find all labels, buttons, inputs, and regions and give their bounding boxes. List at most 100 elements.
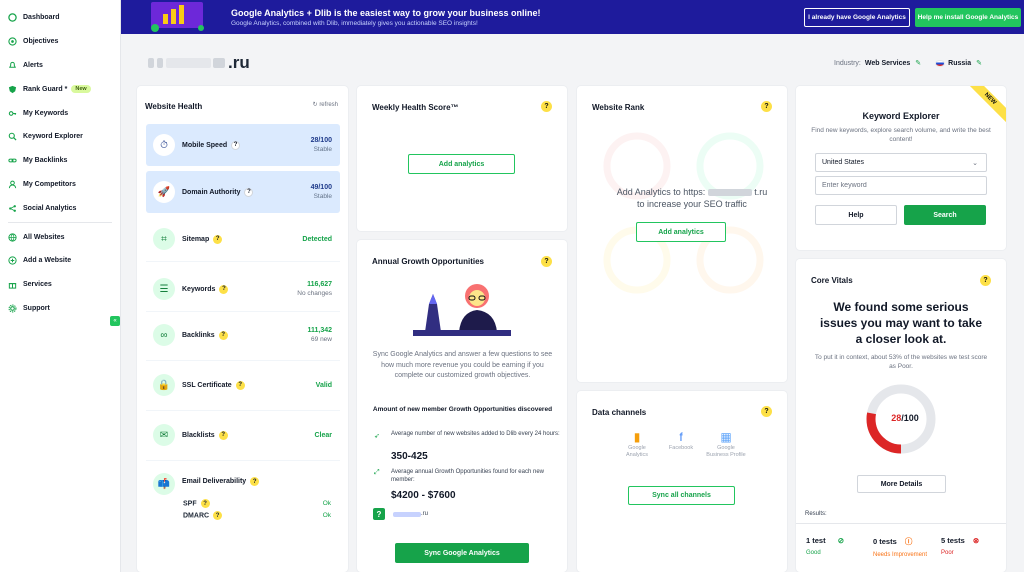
health-row-email[interactable]: 📫 Email Deliverability? (146, 473, 340, 497)
sidebar-item-support[interactable]: Support (0, 297, 120, 321)
rocket-icon: 🚀 (153, 181, 175, 203)
domain-suffix: .ru (228, 53, 250, 72)
health-row-sitemap[interactable]: ⌗ Sitemap? Detected (146, 226, 340, 252)
card-title: Website Rank (592, 103, 645, 112)
health-row-backlinks[interactable]: ∞ Backlinks? 111,342 69 new (146, 322, 340, 348)
good-label: Good (806, 550, 821, 556)
help-icon[interactable]: ? (980, 275, 991, 286)
help-icon[interactable]: ? (235, 380, 245, 390)
result-needs-improvement: 0 tests ⓘ Needs Improvement (873, 536, 927, 558)
redacted-text (148, 58, 154, 68)
help-icon[interactable]: ? (219, 284, 229, 294)
channel-label: Facebook (668, 445, 694, 451)
arrows-icon: ⤢ (374, 469, 380, 476)
health-row-domain-authority[interactable]: 🚀 Domain Authority? 49/100 Stable (146, 171, 340, 213)
average-websites-text: Average number of new websites added to … (391, 431, 560, 437)
help-icon[interactable]: ? (218, 430, 228, 440)
add-analytics-button[interactable]: Add analytics (408, 154, 515, 174)
target-icon (8, 37, 17, 46)
row-sub: 69 new (311, 336, 332, 343)
collapse-sidebar-button[interactable]: « (110, 316, 120, 326)
edit-industry-pencil-icon[interactable]: ✎ (915, 59, 921, 67)
sidebar-item-social-analytics[interactable]: Social Analytics (0, 196, 120, 220)
channel-google-business[interactable]: ▦ Google Business Profile (706, 431, 746, 459)
help-icon[interactable]: ? (213, 511, 223, 520)
redacted-text (166, 58, 211, 68)
help-icon[interactable]: ? (244, 187, 254, 197)
health-row-blacklists[interactable]: ✉ Blacklists? Clear (146, 422, 340, 448)
sidebar-item-all-websites[interactable]: All Websites (0, 225, 120, 249)
help-icon[interactable]: ? (231, 140, 241, 150)
search-button[interactable]: Search (904, 205, 986, 225)
help-icon[interactable]: ? (218, 330, 228, 340)
more-details-button[interactable]: More Details (857, 475, 946, 493)
health-row-mobile-speed[interactable]: ⏱ Mobile Speed? 28/100 Stable (146, 124, 340, 166)
result-good: 1 test ⊘ Good (806, 536, 844, 556)
analytics-illustration (143, 0, 213, 34)
channel-google-analytics[interactable]: ▮ Google Analytics (617, 431, 657, 459)
industry-value: Web Services (864, 59, 911, 67)
row-value: 49/100 (310, 184, 332, 191)
industry-label: Industry: (834, 59, 861, 67)
share-icon (8, 204, 17, 213)
card-title: Website Health (145, 102, 203, 111)
vitals-score: 28/100 (880, 413, 930, 423)
vitals-headline: We found some serious issues you may wan… (819, 300, 983, 346)
sidebar-item-alerts[interactable]: Alerts (0, 54, 120, 78)
sidebar-item-add-website[interactable]: Add a Website (0, 249, 120, 273)
refresh-button[interactable]: ↻ refresh (313, 101, 338, 108)
average-opportunities-text: Average annual Growth Opportunities foun… (391, 469, 544, 483)
new-ribbon: NEW (964, 86, 1006, 128)
rocket-small-icon: ➶ (374, 433, 380, 440)
help-icon[interactable]: ? (541, 101, 552, 112)
row-label: Mobile Speed (182, 141, 228, 149)
sidebar-item-rank-guard[interactable]: Rank Guard * New (0, 77, 120, 101)
sidebar-item-label: Objectives (23, 38, 59, 46)
country-select[interactable]: United States ⌄ (815, 153, 987, 172)
redacted-text (157, 58, 163, 68)
sidebar-item-label: Dashboard (23, 14, 60, 22)
help-icon[interactable]: ? (761, 101, 772, 112)
envelope-icon: ✉ (153, 424, 175, 446)
sidebar-item-my-backlinks[interactable]: My Backlinks (0, 149, 120, 173)
sync-google-analytics-button[interactable]: Sync Google Analytics (395, 543, 529, 563)
edit-country-pencil-icon[interactable]: ✎ (976, 59, 982, 67)
health-row-ssl[interactable]: 🔒 SSL Certificate? Valid (146, 372, 340, 398)
sidebar-item-keyword-explorer[interactable]: Keyword Explorer (0, 125, 120, 149)
help-icon[interactable]: ? (213, 234, 223, 244)
channel-facebook[interactable]: f Facebook (661, 430, 701, 452)
row-value: Detected (302, 235, 332, 243)
help-button[interactable]: Help (815, 205, 897, 225)
keyword-input[interactable] (815, 176, 987, 195)
sidebar-item-label: Alerts (23, 61, 43, 69)
explorer-description: Find new keywords, explore search volume… (811, 127, 991, 143)
website-rank-card: Website Rank ? Add Analytics to https: t… (577, 86, 787, 382)
sidebar-item-my-competitors[interactable]: My Competitors (0, 173, 120, 197)
sidebar-item-dashboard[interactable]: Dashboard (0, 6, 120, 30)
facebook-icon: f (679, 430, 683, 444)
have-analytics-button[interactable]: I already have Google Analytics (804, 8, 910, 27)
x-circle-icon: ⊗ (972, 536, 980, 545)
redacted-text (213, 58, 225, 68)
sync-all-channels-button[interactable]: Sync all channels (628, 486, 735, 505)
plus-circle-icon (8, 256, 17, 265)
health-row-keywords[interactable]: ☰ Keywords? 116,627 No changes (146, 276, 340, 302)
row-sub: Stable (313, 193, 332, 200)
users-icon (8, 180, 17, 189)
russia-flag-icon (935, 59, 946, 67)
help-icon[interactable]: ? (761, 406, 772, 417)
sidebar-item-objectives[interactable]: Objectives (0, 30, 120, 54)
stopwatch-icon: ⏱ (153, 134, 175, 156)
help-icon[interactable]: ? (250, 477, 260, 486)
sidebar-item-services[interactable]: Services (0, 273, 120, 297)
row-label: Backlinks (182, 331, 215, 339)
country-value: Russia (948, 59, 972, 67)
help-icon[interactable]: ? (541, 256, 552, 267)
annual-domain-suffix: .ru (421, 511, 429, 517)
add-analytics-button[interactable]: Add analytics (636, 222, 726, 242)
help-icon[interactable]: ? (200, 499, 210, 508)
install-analytics-button[interactable]: Help me install Google Analytics (915, 8, 1021, 27)
sidebar-item-my-keywords[interactable]: My Keywords (0, 101, 120, 125)
sidebar-item-label: Keyword Explorer (23, 133, 83, 141)
dashboard-icon (8, 13, 17, 23)
